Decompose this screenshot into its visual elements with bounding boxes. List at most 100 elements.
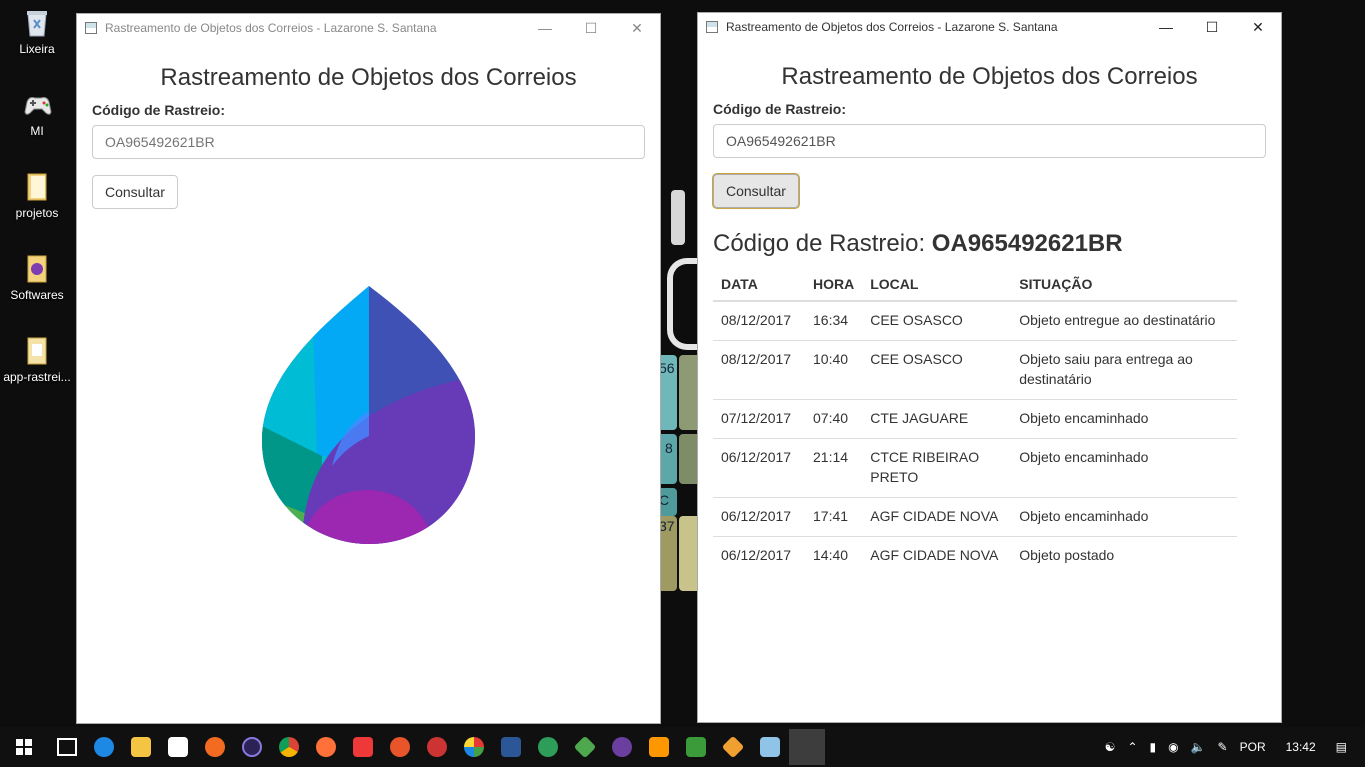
cell-hora: 16:34 bbox=[813, 312, 849, 328]
minimize-button[interactable]: — bbox=[1143, 13, 1189, 41]
window-titlebar[interactable]: Rastreamento de Objetos dos Correios - L… bbox=[698, 13, 1281, 41]
column-header-hora: HORA bbox=[805, 268, 863, 302]
clock[interactable]: 13:42 bbox=[1286, 740, 1316, 754]
window-titlebar[interactable]: Rastreamento de Objetos dos Correios - L… bbox=[77, 14, 660, 42]
task-view-icon[interactable] bbox=[56, 738, 77, 756]
action-center-icon[interactable]: ▤ bbox=[1336, 740, 1347, 754]
table-row: 06/12/2017 14:40 AGF CIDADE NOVA Objeto … bbox=[713, 536, 1237, 575]
store-icon[interactable] bbox=[167, 737, 188, 757]
page-title: Rastreamento de Objetos dos Correios bbox=[781, 63, 1198, 90]
app-red-gear-icon[interactable] bbox=[389, 737, 410, 757]
tracking-code-label: Código de Rastreio: bbox=[92, 102, 226, 118]
cell-local: CTCE RIBEIRAO PRETO bbox=[862, 438, 1012, 498]
cell-data: 07/12/2017 bbox=[713, 399, 805, 439]
consultar-button[interactable]: Consultar bbox=[92, 175, 178, 209]
maximize-button[interactable]: ☐ bbox=[1189, 13, 1235, 41]
background-text: 8 bbox=[665, 440, 673, 456]
vivaldi-icon[interactable] bbox=[352, 737, 373, 757]
app-window-icon bbox=[706, 21, 718, 33]
pen-icon[interactable]: ✎ bbox=[1218, 740, 1228, 754]
cell-data: 06/12/2017 bbox=[713, 536, 805, 575]
start-button[interactable] bbox=[0, 727, 48, 767]
desktop-icon-projetos[interactable]: projetos bbox=[2, 172, 72, 220]
desktop-icon-softwares[interactable]: Softwares bbox=[2, 254, 72, 302]
table-row: 07/12/2017 07:40 CTE JAGUARE Objeto enca… bbox=[713, 399, 1237, 439]
notepad-icon[interactable] bbox=[759, 737, 780, 757]
recycle-bin-icon bbox=[23, 8, 51, 38]
cell-local: CTE JAGUARE bbox=[862, 399, 1012, 439]
background-text: 37 bbox=[659, 518, 675, 534]
battery-icon[interactable]: ▮ bbox=[1150, 740, 1157, 754]
app-pinwheel-icon[interactable] bbox=[463, 737, 484, 757]
edge-browser-icon[interactable] bbox=[93, 737, 114, 757]
cell-data: 06/12/2017 bbox=[713, 438, 805, 498]
app-eclipse-icon[interactable] bbox=[241, 737, 262, 757]
window-title: Rastreamento de Objetos dos Correios - L… bbox=[726, 20, 1058, 34]
desktop-icon-lixeira[interactable]: Lixeira bbox=[2, 8, 72, 56]
gamepad-icon bbox=[23, 90, 52, 120]
app-diamond-icon[interactable] bbox=[721, 735, 744, 759]
table-row: 06/12/2017 17:41 AGF CIDADE NOVA Objeto … bbox=[713, 497, 1237, 537]
powershell-icon[interactable] bbox=[500, 737, 521, 757]
desktop-background: 56 8 C 37 bbox=[655, 0, 700, 727]
cell-data: 08/12/2017 bbox=[721, 312, 792, 328]
desktop-icon-mi[interactable]: MI bbox=[2, 90, 72, 138]
right-app-window: Rastreamento de Objetos dos Correios - L… bbox=[697, 12, 1282, 723]
close-button[interactable]: ✕ bbox=[614, 14, 660, 42]
maximize-button[interactable]: ☐ bbox=[568, 14, 614, 42]
table-row: 08/12/2017 16:34 CEE OSASCO Objeto entre… bbox=[713, 301, 1237, 341]
cell-hora: 10:40 bbox=[805, 340, 863, 400]
system-tray: ☯ ⌃ ▮ ◉ 🔈 ✎ POR 13:42 ▤ bbox=[1099, 727, 1365, 767]
windows-logo-icon bbox=[16, 739, 32, 755]
sourcetree-icon[interactable] bbox=[573, 735, 596, 759]
consultar-button[interactable]: Consultar bbox=[713, 174, 799, 208]
cell-data: 06/12/2017 bbox=[713, 497, 805, 537]
volume-icon[interactable]: 🔈 bbox=[1191, 740, 1206, 754]
cell-local: AGF CIDADE NOVA bbox=[862, 536, 1012, 575]
chrome-icon[interactable] bbox=[278, 737, 299, 757]
tracking-code-input[interactable] bbox=[713, 124, 1266, 158]
folder-icon bbox=[23, 172, 51, 202]
app-window-icon bbox=[85, 22, 97, 34]
chevron-up-icon[interactable]: ⌃ bbox=[1127, 740, 1137, 754]
cell-hora: 07:40 bbox=[805, 399, 863, 439]
app-orange-icon[interactable] bbox=[204, 737, 225, 757]
desktop-icon-app-rastreio[interactable]: app-rastrei... bbox=[2, 336, 72, 384]
cell-hora: 21:14 bbox=[805, 438, 863, 498]
tracking-table: DATA HORA LOCAL SITUAÇÃO 08/12/2017 16:3… bbox=[713, 268, 1237, 575]
cell-hora: 14:40 bbox=[805, 536, 863, 575]
close-button[interactable]: ✕ bbox=[1235, 13, 1281, 41]
result-heading-label: Código de Rastreio: bbox=[713, 230, 926, 257]
cell-situacao: Objeto encaminhado bbox=[1011, 497, 1237, 537]
cell-situacao: Objeto encaminhado bbox=[1011, 438, 1237, 498]
page-title: Rastreamento de Objetos dos Correios bbox=[160, 64, 577, 91]
table-row: 08/12/2017 10:40 CEE OSASCO Objeto saiu … bbox=[713, 340, 1237, 400]
sublime-text-icon[interactable] bbox=[648, 737, 669, 757]
cell-local: AGF CIDADE NOVA bbox=[862, 497, 1012, 537]
app-purple-icon[interactable] bbox=[611, 737, 632, 757]
minimize-button[interactable]: — bbox=[522, 14, 568, 42]
column-header-situacao: SITUAÇÃO bbox=[1011, 268, 1237, 302]
column-header-local: LOCAL bbox=[862, 268, 1012, 302]
app-green-icon[interactable] bbox=[537, 737, 558, 757]
cell-situacao: Objeto postado bbox=[1011, 536, 1237, 575]
app-green-square-icon[interactable] bbox=[685, 737, 706, 757]
language-indicator[interactable]: POR bbox=[1240, 740, 1266, 754]
firefox-icon[interactable] bbox=[315, 737, 336, 757]
taskbar: ☯ ⌃ ▮ ◉ 🔈 ✎ POR 13:42 ▤ bbox=[0, 727, 1365, 767]
app-red-icon[interactable] bbox=[426, 737, 447, 757]
running-app-icon[interactable] bbox=[796, 737, 817, 757]
result-heading: Código de Rastreio: OA965492621BR bbox=[713, 230, 1281, 258]
file-explorer-icon[interactable] bbox=[130, 737, 151, 757]
result-tracking-code: OA965492621BR bbox=[931, 230, 1123, 257]
window-title: Rastreamento de Objetos dos Correios - L… bbox=[105, 21, 437, 35]
wifi-icon[interactable]: ◉ bbox=[1168, 740, 1178, 754]
cell-situacao: Objeto entregue ao destinatário bbox=[1019, 312, 1216, 328]
cell-data: 08/12/2017 bbox=[713, 340, 805, 400]
tracking-code-label: Código de Rastreio: bbox=[713, 101, 847, 117]
background-text: 56 bbox=[659, 360, 675, 376]
cell-hora: 17:41 bbox=[805, 497, 863, 537]
tracking-code-input[interactable] bbox=[92, 125, 645, 159]
people-icon[interactable]: ☯ bbox=[1105, 740, 1116, 754]
cell-situacao: Objeto encaminhado bbox=[1011, 399, 1237, 439]
